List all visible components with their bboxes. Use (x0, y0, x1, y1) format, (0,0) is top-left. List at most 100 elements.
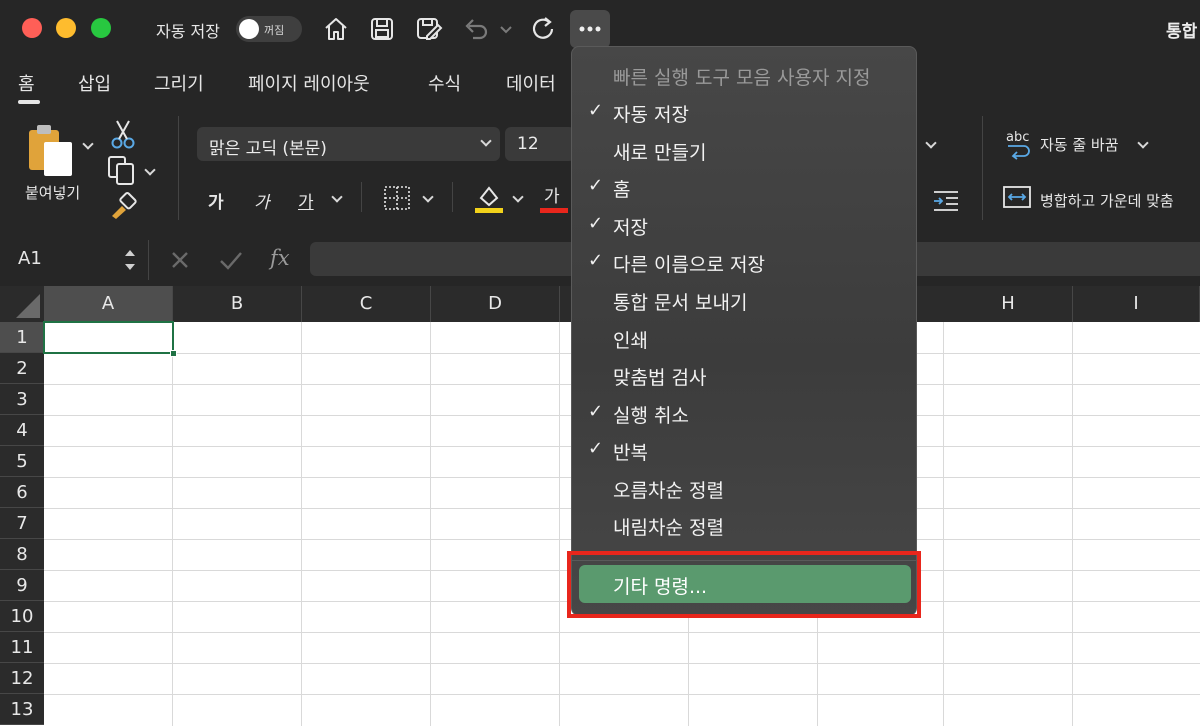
merge-center-button[interactable]: 병합하고 가운데 맞춤 (1040, 190, 1174, 211)
wrap-arrow-icon (1008, 145, 1030, 160)
row-header-4[interactable]: 4 (0, 415, 44, 446)
save-icon[interactable] (367, 14, 397, 44)
window-zoom-button[interactable] (91, 18, 111, 38)
insert-function-button[interactable]: fx (270, 246, 290, 270)
tab-page-layout[interactable]: 페이지 레이아웃 (248, 70, 370, 96)
underline-button[interactable]: 가 (298, 188, 314, 213)
column-header-a[interactable]: A (44, 286, 173, 322)
tab-data[interactable]: 데이터 (506, 70, 556, 96)
more-commands-button[interactable] (570, 10, 610, 48)
grid-line (172, 322, 173, 726)
chevron-down-icon[interactable] (496, 14, 516, 44)
autosave-toggle-knob (239, 19, 259, 39)
column-header-i[interactable]: I (1073, 286, 1200, 322)
menu-item-label: 실행 취소 (613, 405, 689, 427)
grid-line (44, 663, 1200, 664)
row-header-12[interactable]: 12 (0, 663, 44, 694)
enter-check-icon[interactable] (218, 248, 244, 272)
borders-icon[interactable] (382, 184, 412, 212)
underline-options-chevron-icon[interactable] (331, 191, 343, 203)
active-cell-a1[interactable] (43, 321, 174, 354)
menu-item-save[interactable]: ✓ 저장 (572, 207, 918, 243)
name-box-stepper-icon[interactable] (122, 242, 138, 278)
autosave-toggle[interactable]: 꺼짐 (236, 16, 302, 42)
column-header-d[interactable]: D (431, 286, 560, 322)
row-header-13[interactable]: 13 (0, 694, 44, 725)
font-size-dropdown[interactable]: 12 (505, 127, 575, 161)
column-header-h[interactable]: H (944, 286, 1073, 322)
tab-draw[interactable]: 그리기 (154, 70, 204, 96)
menu-item-save-as[interactable]: ✓ 다른 이름으로 저장 (572, 244, 918, 280)
fill-color-chevron-icon[interactable] (512, 191, 524, 203)
menu-item-new[interactable]: 새로 만들기 (572, 132, 918, 168)
name-box[interactable]: A1 (0, 234, 148, 286)
name-box-value: A1 (18, 248, 42, 269)
menu-item-home[interactable]: ✓ 홈 (572, 169, 918, 205)
redo-icon[interactable] (528, 14, 558, 44)
menu-item-sort-descending[interactable]: 내림차순 정렬 (572, 507, 918, 543)
row-header-3[interactable]: 3 (0, 384, 44, 415)
ribbon-separator (982, 116, 983, 220)
check-icon: ✓ (588, 250, 604, 271)
save-as-icon[interactable] (414, 14, 444, 44)
select-all-corner[interactable] (0, 286, 44, 322)
ribbon-separator (178, 116, 179, 220)
cut-icon[interactable] (110, 118, 136, 150)
menu-item-label: 홈 (613, 179, 631, 201)
menu-item-sort-ascending[interactable]: 오름차순 정렬 (572, 470, 918, 506)
menu-item-spelling[interactable]: 맞춤법 검사 (572, 357, 918, 393)
menu-item-label: 새로 만들기 (613, 142, 707, 164)
undo-icon[interactable] (461, 14, 491, 44)
wrap-text-button[interactable]: 자동 줄 바꿈 (1040, 134, 1119, 155)
row-header-2[interactable]: 2 (0, 353, 44, 384)
paste-options-chevron-icon[interactable] (82, 138, 94, 150)
cancel-icon[interactable] (168, 248, 192, 272)
tab-formulas[interactable]: 수식 (428, 70, 461, 96)
window-minimize-button[interactable] (56, 18, 76, 38)
merge-center-icon[interactable] (1002, 184, 1032, 210)
grid-line (943, 322, 944, 726)
check-icon: ✓ (588, 438, 604, 459)
paste-icon[interactable] (26, 122, 78, 178)
copy-icon[interactable] (106, 154, 138, 188)
row-header-6[interactable]: 6 (0, 477, 44, 508)
tab-insert[interactable]: 삽입 (78, 70, 111, 96)
row-header-9[interactable]: 9 (0, 570, 44, 601)
menu-item-label: 인쇄 (613, 330, 648, 352)
fill-handle[interactable] (170, 350, 177, 357)
menu-item-label: 내림차순 정렬 (613, 517, 724, 539)
tab-home[interactable]: 홈 (18, 70, 35, 96)
font-color-swatch (540, 208, 568, 213)
row-header-10[interactable]: 10 (0, 601, 44, 632)
column-header-c[interactable]: C (302, 286, 431, 322)
alignment-chevron-icon[interactable] (925, 137, 937, 149)
active-tab-indicator (18, 100, 40, 104)
bold-button[interactable]: 가 (208, 188, 224, 213)
font-name-dropdown[interactable]: 맑은 고딕 (본문) (197, 127, 500, 161)
format-painter-icon[interactable] (108, 192, 138, 220)
menu-item-undo[interactable]: ✓ 실행 취소 (572, 395, 918, 431)
menu-item-repeat[interactable]: ✓ 반복 (572, 432, 918, 468)
wrap-text-chevron-icon[interactable] (1137, 137, 1149, 149)
menu-item-label: 자동 저장 (613, 104, 689, 126)
copy-options-chevron-icon[interactable] (144, 164, 156, 176)
menu-item-send-workbook[interactable]: 통합 문서 보내기 (572, 282, 918, 318)
row-header-7[interactable]: 7 (0, 508, 44, 539)
row-header-5[interactable]: 5 (0, 446, 44, 477)
check-icon: ✓ (588, 213, 604, 234)
column-header-b[interactable]: B (173, 286, 302, 322)
row-header-1[interactable]: 1 (0, 322, 44, 353)
menu-item-autosave[interactable]: ✓ 자동 저장 (572, 94, 918, 130)
menu-item-print[interactable]: 인쇄 (572, 320, 918, 356)
italic-button[interactable]: 가 (254, 188, 270, 213)
fill-color-icon[interactable] (474, 182, 504, 214)
increase-indent-icon[interactable] (932, 188, 960, 212)
ribbon-separator (361, 182, 362, 212)
home-icon[interactable] (321, 14, 351, 44)
row-header-11[interactable]: 11 (0, 632, 44, 663)
row-header-8[interactable]: 8 (0, 539, 44, 570)
wrap-text-icon[interactable]: abc (1004, 130, 1034, 160)
borders-options-chevron-icon[interactable] (422, 191, 434, 203)
font-color-button[interactable]: 가 (544, 182, 560, 207)
window-close-button[interactable] (22, 18, 42, 38)
